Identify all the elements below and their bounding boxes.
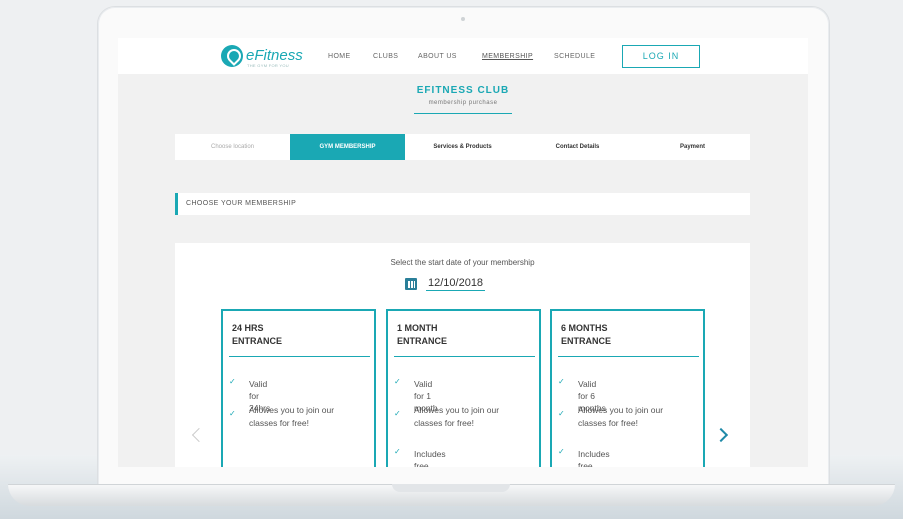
- logo-tagline: THE GYM FOR YOU: [247, 63, 289, 68]
- prev-arrow-icon[interactable]: [191, 427, 207, 443]
- nav-home[interactable]: HOME: [328, 53, 351, 60]
- card-title: 24 HRS ENTRANCE: [232, 323, 283, 346]
- logo-icon: [221, 45, 243, 67]
- section-header: CHOOSE YOUR MEMBERSHIP: [175, 193, 750, 215]
- start-date-label: Select the start date of your membership: [390, 258, 535, 267]
- membership-card-24hrs[interactable]: 24 HRS ENTRANCE ✓ Valid for 24hrs ✓ Allowes…: [221, 309, 376, 467]
- membership-panel: Select the start date of your membership…: [175, 243, 750, 467]
- step-choose-location[interactable]: Choose location: [175, 134, 290, 160]
- checkout-steps: Choose location GYM MEMBERSHIP Services …: [175, 134, 750, 160]
- top-nav: eFitness THE GYM FOR YOU HOME CLUBS ABOU…: [118, 38, 808, 74]
- calendar-icon[interactable]: [405, 278, 417, 290]
- section-title: CHOOSE YOUR MEMBERSHIP: [186, 200, 297, 207]
- screen: eFitness THE GYM FOR YOU HOME CLUBS ABOU…: [118, 38, 808, 467]
- check-icon: ✓: [229, 377, 236, 386]
- section-accent-bar: [175, 193, 178, 215]
- card-title: 6 MONTHS ENTRANCE: [561, 323, 612, 346]
- card-title: 1 MONTH ENTRANCE: [397, 323, 448, 346]
- card-divider: [229, 356, 370, 357]
- step-gym-membership[interactable]: GYM MEMBERSHIP: [290, 134, 405, 160]
- start-date-input[interactable]: 12/10/2018: [426, 277, 486, 291]
- page-subtitle: membership purchase: [428, 100, 498, 106]
- membership-card-6-months[interactable]: 6 MONTHS ENTRANCE ✓ Valid for 6 months ✓ Al…: [550, 309, 705, 467]
- check-icon: ✓: [394, 409, 401, 418]
- check-icon: ✓: [394, 447, 401, 456]
- check-icon: ✓: [394, 377, 401, 386]
- nav-membership[interactable]: MEMBERSHIP: [482, 53, 533, 60]
- step-payment[interactable]: Payment: [635, 134, 750, 160]
- date-picker[interactable]: 12/10/2018: [405, 275, 486, 293]
- camera-icon: [461, 17, 465, 21]
- logo-text: eFitness: [246, 47, 303, 64]
- laptop-notch: [392, 484, 510, 492]
- step-contact-details[interactable]: Contact Details: [520, 134, 635, 160]
- logo[interactable]: eFitness THE GYM FOR YOU: [221, 45, 303, 68]
- login-button[interactable]: LOG IN: [622, 45, 700, 68]
- card-divider: [394, 356, 535, 357]
- check-icon: ✓: [229, 409, 236, 418]
- membership-card-1-month[interactable]: 1 MONTH ENTRANCE ✓ Valid for 1 month ✓ Allo…: [386, 309, 541, 467]
- nav-clubs[interactable]: CLUBS: [373, 53, 398, 60]
- card-divider: [558, 356, 699, 357]
- page-title: EFITNESS CLUB: [416, 85, 510, 96]
- nav-schedule[interactable]: SCHEDULE: [554, 53, 595, 60]
- step-services-products[interactable]: Services & Products: [405, 134, 520, 160]
- title-underline: [414, 113, 512, 114]
- check-icon: ✓: [558, 447, 565, 456]
- nav-about-us[interactable]: ABOUT US: [418, 53, 457, 60]
- check-icon: ✓: [558, 409, 565, 418]
- check-icon: ✓: [558, 377, 565, 386]
- next-arrow-icon[interactable]: [713, 427, 729, 443]
